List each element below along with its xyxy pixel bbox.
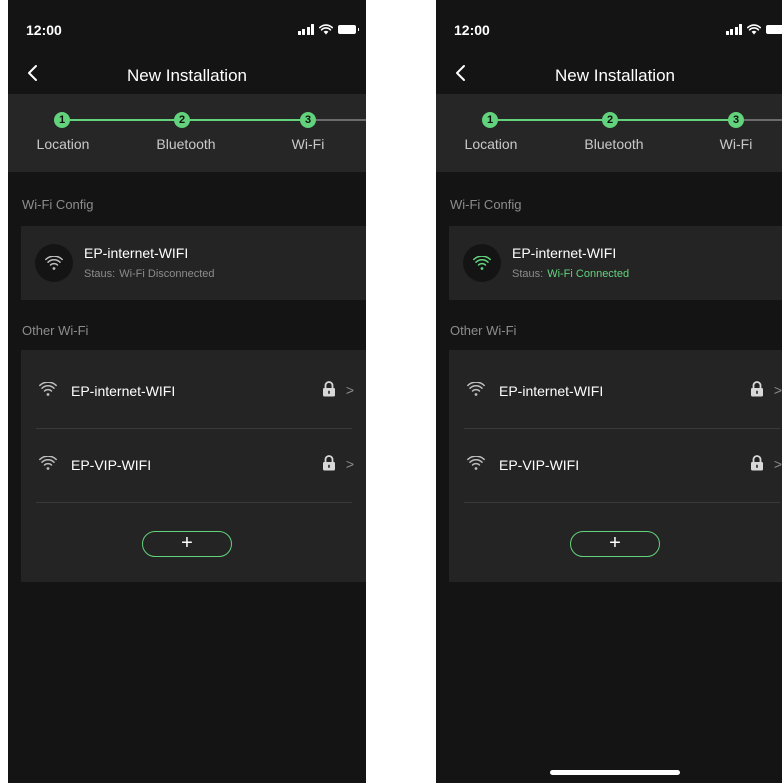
step-marker-location: 1: [54, 112, 70, 128]
lock-icon: [751, 381, 763, 397]
home-indicator[interactable]: [550, 770, 680, 775]
current-network-name: EP-internet-WIFI: [512, 245, 617, 261]
status-time: 12:00: [454, 22, 490, 38]
step-marker-bluetooth: 2: [602, 112, 618, 128]
other-wifi-list: EP-internet-WIFI > EP-VIP-WIFI > +: [449, 350, 782, 582]
add-network-button[interactable]: +: [142, 531, 232, 557]
step-label-bluetooth: Bluetooth: [156, 136, 216, 152]
step-marker-location: 1: [482, 112, 498, 128]
wifi-config-heading: Wi-Fi Config: [450, 197, 522, 212]
status-bar: 12:00: [8, 0, 366, 56]
add-network-button[interactable]: +: [570, 531, 660, 557]
step-label-bluetooth: Bluetooth: [584, 136, 644, 152]
page-title: New Installation: [554, 66, 675, 85]
current-wifi-card[interactable]: EP-internet-WIFI Staus: Wi-Fi Connected: [449, 226, 782, 300]
current-wifi-card[interactable]: EP-internet-WIFI Staus: Wi-Fi Disconnecte…: [21, 226, 366, 300]
step-marker-wifi: 3: [300, 112, 316, 128]
wifi-icon: [467, 382, 485, 396]
nav-bar: New Installation: [436, 56, 782, 94]
list-item-wifi-network[interactable]: EP-internet-WIFI >: [21, 352, 366, 427]
other-wifi-heading: Other Wi-Fi: [22, 323, 89, 338]
status-prefix: Staus:: [512, 268, 544, 280]
list-item-wifi-network[interactable]: EP-internet-WIFI >: [449, 352, 782, 427]
wifi-icon: [39, 456, 57, 470]
status-prefix: Staus:: [84, 268, 116, 280]
wifi-icon: [45, 256, 63, 270]
status-bar: 12:00: [436, 0, 782, 56]
progress-stepper: 1 2 3 Location Bluetooth Wi-Fi: [8, 94, 366, 172]
cellular-signal-icon: [297, 23, 314, 35]
step-label-wifi: Wi-Fi: [719, 136, 753, 152]
other-wifi-list: EP-internet-WIFI > EP-VIP-WIFI > +: [21, 350, 366, 582]
wifi-status-icon: [319, 23, 333, 34]
wifi-icon: [39, 382, 57, 396]
battery-icon: [338, 24, 359, 34]
connection-status: Staus: Wi-Fi Disconnected: [84, 268, 215, 280]
cellular-signal-icon: [725, 23, 742, 35]
divider: [36, 502, 352, 503]
step-connector-2: [618, 119, 734, 121]
step-connector-3: [744, 119, 782, 121]
step-label-wifi: Wi-Fi: [291, 136, 325, 152]
step-connector-3: [316, 119, 366, 121]
phone-screen-connected: 12:00 New Installation 1 2 3 Location Bl…: [436, 0, 782, 783]
list-item-wifi-network[interactable]: EP-VIP-WIFI >: [449, 426, 782, 501]
progress-stepper: 1 2 3 Location Bluetooth Wi-Fi: [436, 94, 782, 172]
lock-icon: [323, 381, 335, 397]
status-time: 12:00: [26, 22, 62, 38]
step-label-location: Location: [464, 136, 518, 152]
list-item-wifi-network[interactable]: EP-VIP-WIFI >: [21, 426, 366, 501]
step-marker-wifi: 3: [728, 112, 744, 128]
step-connector-2: [190, 119, 306, 121]
battery-icon: [766, 24, 782, 34]
step-connector-1: [498, 119, 608, 121]
chevron-right-icon: >: [345, 456, 354, 472]
phone-screen-disconnected: 12:00 New Installation 1 2 3 Location Bl…: [8, 0, 366, 783]
lock-icon: [751, 455, 763, 471]
status-value: Wi-Fi Disconnected: [119, 268, 215, 280]
status-value: Wi-Fi Connected: [547, 268, 630, 280]
page-title: New Installation: [126, 66, 247, 85]
chevron-right-icon: >: [773, 456, 782, 472]
wifi-status-icon: [747, 23, 761, 34]
other-wifi-heading: Other Wi-Fi: [450, 323, 517, 338]
connection-status: Staus: Wi-Fi Connected: [512, 268, 629, 280]
network-name: EP-internet-WIFI: [71, 383, 176, 399]
step-label-location: Location: [36, 136, 90, 152]
wifi-icon: [473, 256, 491, 270]
lock-icon: [323, 455, 335, 471]
chevron-right-icon: >: [345, 382, 354, 398]
nav-bar: New Installation: [8, 56, 366, 94]
network-name: EP-VIP-WIFI: [499, 457, 580, 473]
status-icons: [297, 23, 359, 35]
divider: [464, 502, 780, 503]
network-name: EP-VIP-WIFI: [71, 457, 152, 473]
wifi-icon: [467, 456, 485, 470]
wifi-icon-badge: [463, 244, 501, 282]
current-network-name: EP-internet-WIFI: [84, 245, 189, 261]
step-marker-bluetooth: 2: [174, 112, 190, 128]
step-connector-1: [70, 119, 180, 121]
chevron-right-icon: >: [773, 382, 782, 398]
wifi-config-heading: Wi-Fi Config: [22, 197, 94, 212]
status-icons: [725, 23, 782, 35]
wifi-icon-badge: [35, 244, 73, 282]
network-name: EP-internet-WIFI: [499, 383, 604, 399]
